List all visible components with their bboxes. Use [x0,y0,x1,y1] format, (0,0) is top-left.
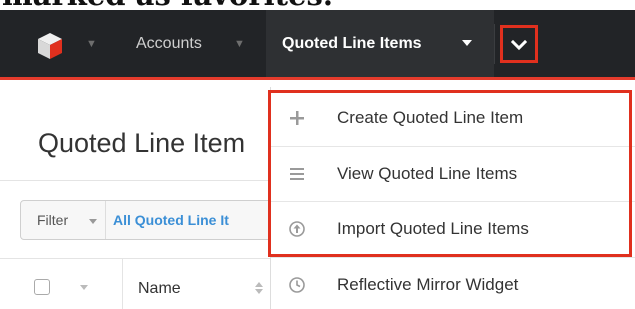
column-header-name[interactable]: Name [138,280,181,298]
filter-value[interactable]: All Quoted Line It [113,212,229,228]
nav-accounts[interactable]: Accounts [136,10,202,77]
nav-divider [494,24,495,64]
top-navbar: ▼ Accounts ▼ Quoted Line Items [0,10,635,77]
column-divider [122,259,123,309]
filter-caret-icon[interactable] [89,219,97,224]
nav-active-caret-icon[interactable] [462,40,472,46]
menu-item-widget-label: Reflective Mirror Widget [337,275,519,294]
sugar-cube-logo[interactable] [36,32,64,60]
nav-quoted-line-items-label: Quoted Line Items [282,35,422,52]
mass-actions-caret-icon[interactable] [80,285,88,290]
more-modules-button[interactable] [500,25,538,63]
select-all-checkbox[interactable] [34,279,50,295]
accounts-caret-icon[interactable]: ▼ [234,38,245,50]
clock-icon [289,277,305,293]
sort-icon[interactable] [254,280,264,296]
chevron-down-icon [511,39,527,51]
logo-caret-icon[interactable]: ▼ [86,38,97,50]
menu-item-widget[interactable]: Reflective Mirror Widget [271,257,635,309]
page-title: Quoted Line Item [38,128,246,158]
filter-separator [105,201,106,239]
annotation-highlight-box [268,90,632,257]
nav-quoted-line-items[interactable]: Quoted Line Items [266,10,494,77]
filter-label[interactable]: Filter [37,212,68,228]
